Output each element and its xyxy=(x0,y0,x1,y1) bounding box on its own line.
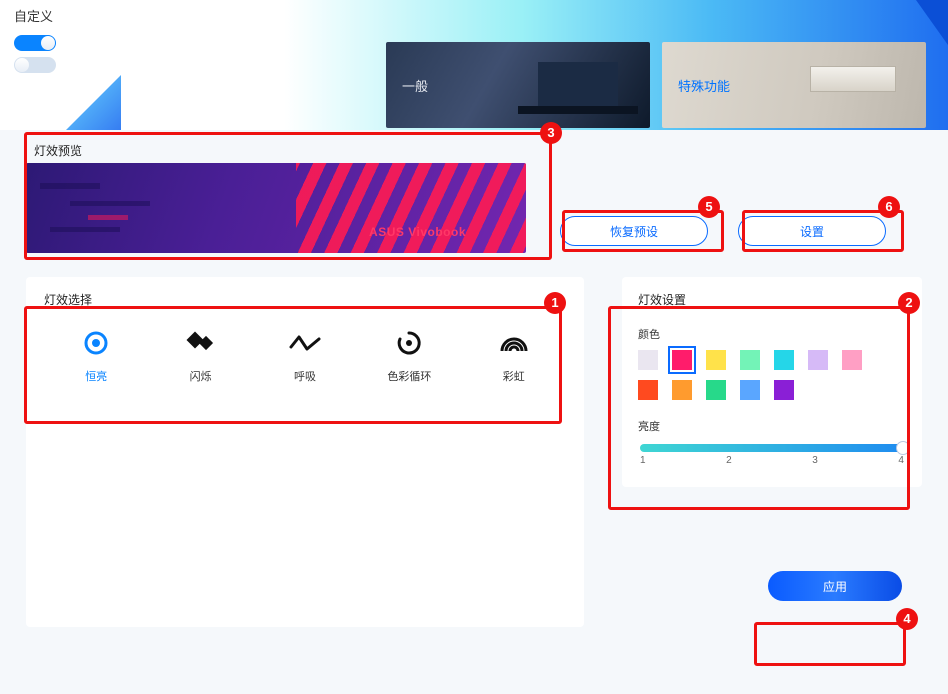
tab-general[interactable]: 一般 xyxy=(386,42,650,128)
callout-badge-6: 6 xyxy=(878,196,900,218)
tab-special-label: 特殊功能 xyxy=(678,76,730,95)
color-swatches xyxy=(638,350,888,400)
color-swatch[interactable] xyxy=(740,380,760,400)
effect-colorcycle[interactable]: 色彩循环 xyxy=(369,326,449,384)
effect-label: 色彩循环 xyxy=(369,368,449,384)
tab-special[interactable]: 特殊功能 xyxy=(662,42,926,128)
effects-list: 恒亮 闪烁 呼吸 xyxy=(44,326,566,384)
brightness-ticks: 1 2 3 4 xyxy=(638,456,906,466)
apply-button[interactable]: 应用 xyxy=(768,571,902,601)
header-left: 自定义 xyxy=(0,0,380,130)
effect-breathe[interactable]: 呼吸 xyxy=(265,326,345,384)
restore-preset-button[interactable]: 恢复预设 xyxy=(560,216,708,246)
effect-label: 恒亮 xyxy=(56,368,136,384)
callout-box-4 xyxy=(754,622,906,666)
callout-badge-4: 4 xyxy=(896,608,918,630)
settings-panel-title: 灯效设置 xyxy=(638,291,906,308)
colorcycle-icon xyxy=(369,326,449,360)
color-swatch[interactable] xyxy=(842,350,862,370)
static-icon xyxy=(56,326,136,360)
preview-glitch-art xyxy=(40,175,230,243)
preview-brand: ASUS Vivobook xyxy=(369,225,466,239)
color-swatch[interactable] xyxy=(774,350,794,370)
effects-panel-title: 灯效选择 xyxy=(44,291,566,308)
color-swatch[interactable] xyxy=(672,350,692,370)
callout-badge-1: 1 xyxy=(544,292,566,314)
callout-badge-2: 2 xyxy=(898,292,920,314)
toggle-secondary[interactable] xyxy=(14,57,56,73)
tick: 1 xyxy=(640,456,646,466)
lighting-preview: ASUS Vivobook xyxy=(26,163,526,253)
preview-title: 灯效预览 xyxy=(34,142,922,159)
brightness-slider[interactable] xyxy=(640,444,904,452)
tick: 4 xyxy=(898,456,904,466)
color-label: 颜色 xyxy=(638,326,906,342)
main: 灯效预览 ASUS Vivobook 恢复预设 设置 灯效选择 恒亮 xyxy=(0,130,948,627)
color-swatch[interactable] xyxy=(638,350,658,370)
color-swatch[interactable] xyxy=(808,350,828,370)
brightness-thumb[interactable] xyxy=(896,441,910,455)
settings-panel: 灯效设置 颜色 亮度 xyxy=(622,277,922,487)
decorative-corner xyxy=(908,0,948,45)
effect-label: 彩虹 xyxy=(474,368,554,384)
color-swatch[interactable] xyxy=(740,350,760,370)
breathe-icon xyxy=(265,326,345,360)
effects-panel: 灯效选择 恒亮 闪烁 xyxy=(26,277,584,627)
color-swatch[interactable] xyxy=(706,380,726,400)
toggle-group xyxy=(14,35,366,73)
tab-general-label: 一般 xyxy=(402,76,428,95)
color-swatch[interactable] xyxy=(672,380,692,400)
blink-icon xyxy=(161,326,241,360)
toggle-master[interactable] xyxy=(14,35,56,51)
brightness-label: 亮度 xyxy=(638,418,906,434)
effect-rainbow[interactable]: 彩虹 xyxy=(474,326,554,384)
header: 自定义 一般 特殊功能 xyxy=(0,0,948,130)
color-swatch[interactable] xyxy=(774,380,794,400)
action-button-row: 恢复预设 设置 xyxy=(560,216,886,246)
rainbow-icon xyxy=(474,326,554,360)
effect-static[interactable]: 恒亮 xyxy=(56,326,136,384)
effect-blink[interactable]: 闪烁 xyxy=(161,326,241,384)
brightness-section: 亮度 1 2 3 4 xyxy=(638,418,906,466)
callout-badge-3: 3 xyxy=(540,122,562,144)
color-swatch[interactable] xyxy=(706,350,726,370)
color-swatch[interactable] xyxy=(638,380,658,400)
customize-label: 自定义 xyxy=(14,6,366,25)
tick: 3 xyxy=(812,456,818,466)
decorative-wedge xyxy=(66,75,121,130)
effect-label: 闪烁 xyxy=(161,368,241,384)
preview-stripes xyxy=(296,163,526,253)
settings-button[interactable]: 设置 xyxy=(738,216,886,246)
tick: 2 xyxy=(726,456,732,466)
effect-label: 呼吸 xyxy=(265,368,345,384)
callout-badge-5: 5 xyxy=(698,196,720,218)
